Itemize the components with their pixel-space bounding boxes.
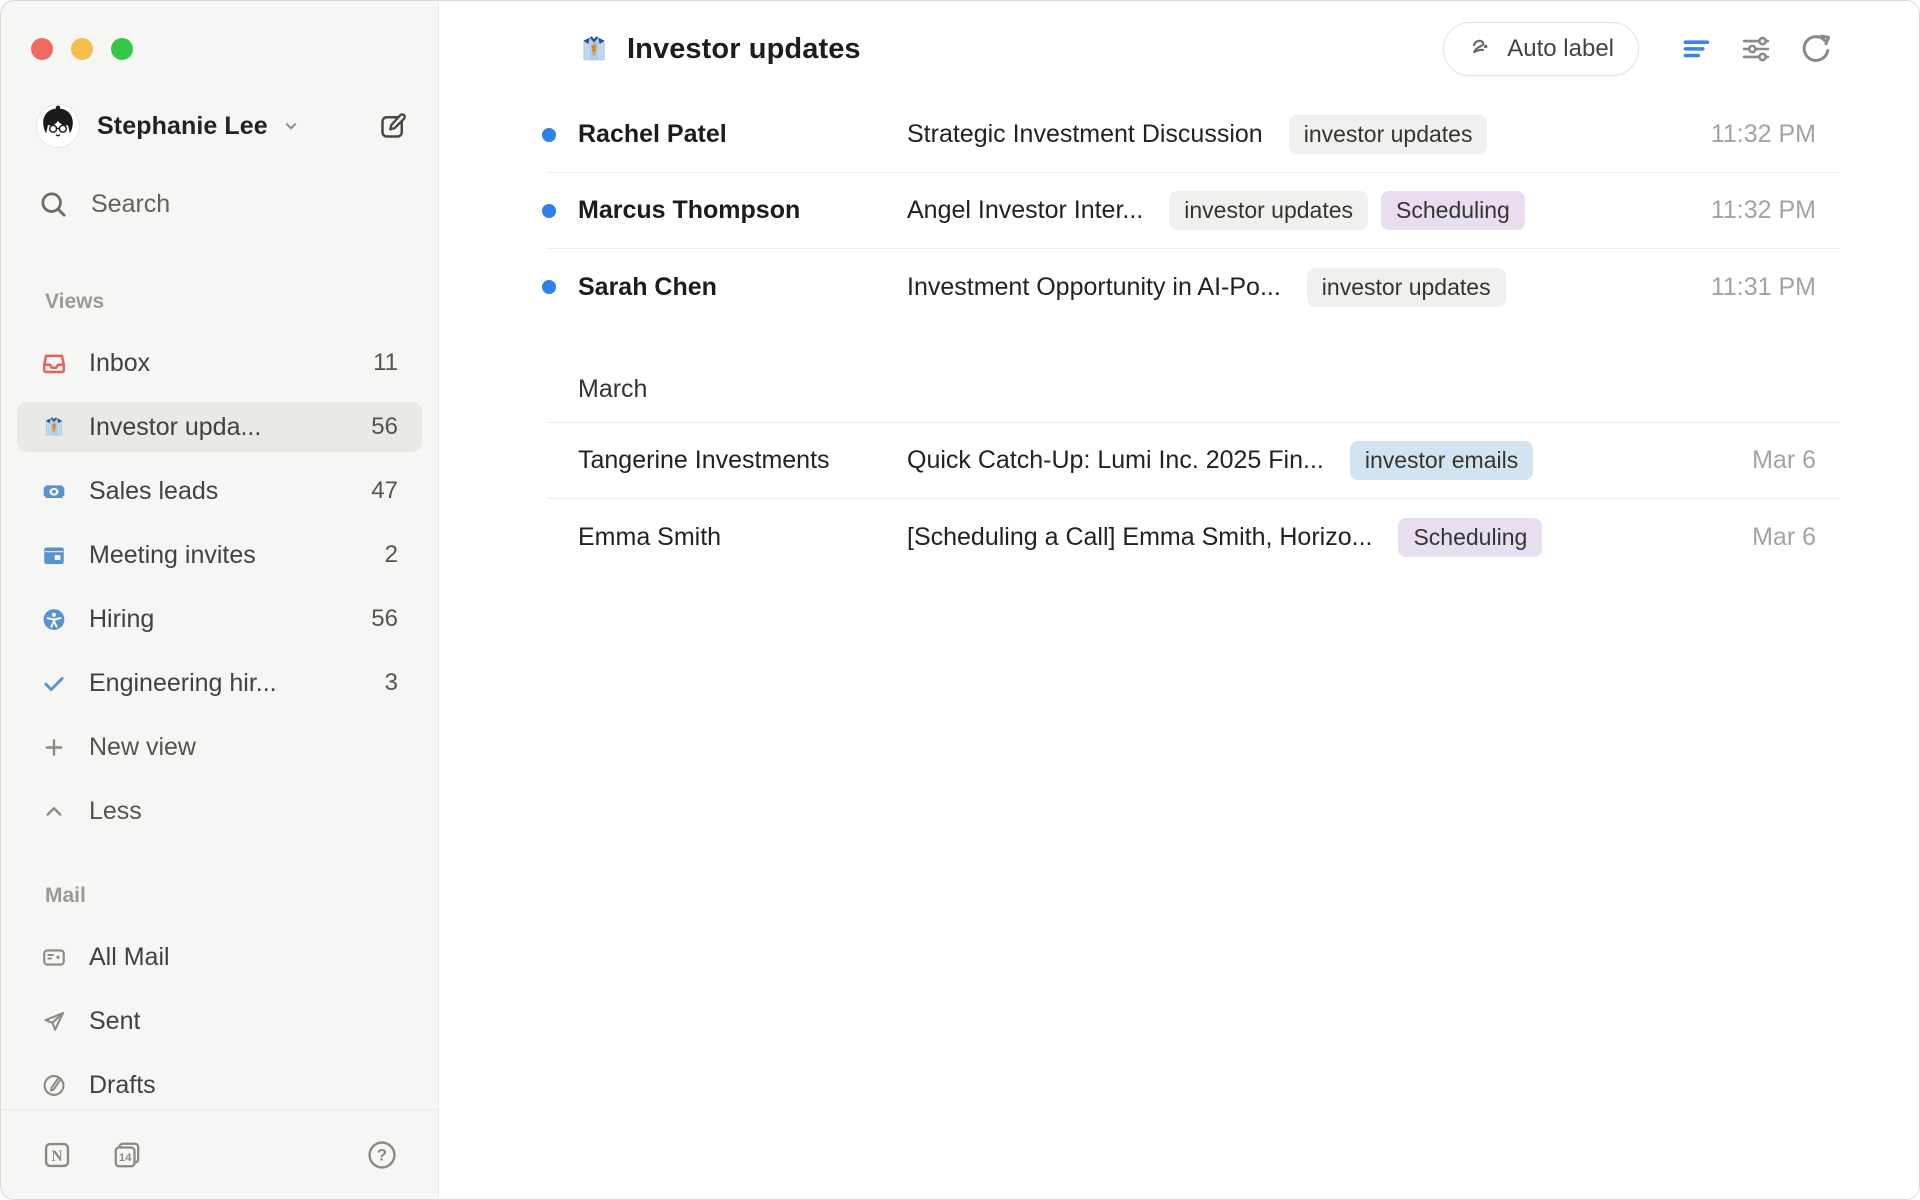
sidebar-item-hiring[interactable]: Hiring 56 [17,594,422,644]
mail-card-icon [41,944,67,970]
window-controls [1,1,438,60]
email-subject: [Scheduling a Call] Emma Smith, Horizo..… [907,523,1372,552]
label-tag[interactable]: investor updates [1289,115,1488,154]
email-sender: Marcus Thompson [578,196,907,225]
email-row[interactable]: Rachel Patel Strategic Investment Discus… [547,97,1841,173]
checkmark-icon [41,670,67,696]
sidebar-item-drafts[interactable]: Drafts [17,1060,422,1110]
notion-logo-icon[interactable]: N [41,1139,73,1171]
label-tag[interactable]: Scheduling [1381,191,1525,230]
unread-dot [542,280,556,294]
sidebar-item-investor-updates[interactable]: Investor upda... 56 [17,402,422,452]
close-window-button[interactable] [31,38,53,60]
page-title: Investor updates [627,33,861,66]
calendar-icon [41,542,67,568]
email-row[interactable]: Emma Smith [Scheduling a Call] Emma Smit… [547,499,1841,575]
banknote-icon [41,478,67,504]
search-input[interactable]: Search [37,182,408,226]
svg-text:14: 14 [119,1152,132,1164]
search-placeholder: Search [91,190,170,219]
sidebar: Stephanie Lee Search Views [1,1,439,1199]
email-row[interactable]: Sarah Chen Investment Opportunity in AI-… [547,249,1841,325]
views-nav: Inbox 11 Investor upda... 56 [1,338,438,836]
email-list: Rachel Patel Strategic Investment Discus… [439,97,1919,1199]
plus-icon [41,734,67,760]
label-tag[interactable]: investor updates [1307,268,1506,307]
zoom-window-button[interactable] [111,38,133,60]
label-tag[interactable]: investor updates [1169,191,1368,230]
minimize-window-button[interactable] [71,38,93,60]
sidebar-item-meeting-invites[interactable]: Meeting invites 2 [17,530,422,580]
shirt-tie-emoji-icon [577,32,611,66]
sliders-icon[interactable] [1739,32,1773,66]
mail-nav: All Mail Sent Drafts [1,932,438,1110]
unread-count: 2 [385,541,398,569]
unread-count: 47 [371,477,398,505]
email-row[interactable]: Marcus Thompson Angel Investor Inter... … [547,173,1841,249]
email-sender: Tangerine Investments [578,446,907,475]
date-group-heading: March [547,325,1841,423]
unread-dot [542,204,556,218]
sidebar-item-engineering-hiring[interactable]: Engineering hir... 3 [17,658,422,708]
email-time: Mar 6 [1732,446,1816,475]
refresh-icon[interactable] [1799,32,1833,66]
new-view-button[interactable]: New view [17,722,422,772]
notion-calendar-icon[interactable]: 14 [111,1139,143,1171]
email-sender: Sarah Chen [578,273,907,302]
svg-text:?: ? [377,1145,387,1164]
email-time: 11:31 PM [1691,273,1816,302]
chevron-down-icon [280,115,302,137]
header-controls: Auto label [1443,22,1833,76]
email-subject: Angel Investor Inter... [907,196,1143,225]
paper-plane-icon [41,1008,67,1034]
email-subject: Investment Opportunity in AI-Po... [907,273,1281,302]
email-sender: Emma Smith [578,523,907,552]
app-window: Stephanie Lee Search Views [0,0,1920,1200]
auto-label-button[interactable]: Auto label [1443,22,1639,76]
sidebar-item-all-mail[interactable]: All Mail [17,932,422,982]
email-sender: Rachel Patel [578,120,907,149]
view-header: Investor updates Auto label [439,1,1919,97]
label-tag[interactable]: investor emails [1350,441,1533,480]
filter-lines-icon[interactable] [1679,32,1713,66]
email-row[interactable]: Tangerine Investments Quick Catch-Up: Lu… [547,423,1841,499]
less-button[interactable]: Less [17,786,422,836]
unread-count: 56 [371,605,398,633]
chevron-up-icon [41,798,67,824]
unread-count: 3 [385,669,398,697]
email-subject: Quick Catch-Up: Lumi Inc. 2025 Fin... [907,446,1324,475]
search-icon [37,188,69,220]
help-icon[interactable]: ? [366,1139,398,1171]
main-panel: Investor updates Auto label [439,1,1919,1199]
views-section-label: Views [1,290,438,314]
unread-dot [542,128,556,142]
compose-icon[interactable] [378,111,408,141]
unread-count: 11 [373,349,398,377]
avatar [37,105,79,147]
sidebar-item-sent[interactable]: Sent [17,996,422,1046]
mail-section-label: Mail [1,884,438,908]
email-time: 11:32 PM [1691,196,1816,225]
shirt-tie-emoji-icon [41,414,67,440]
draft-pencil-circle-icon [41,1072,67,1098]
label-tag[interactable]: Scheduling [1398,518,1542,557]
inbox-tray-icon [41,350,67,376]
email-subject: Strategic Investment Discussion [907,120,1263,149]
email-time: 11:32 PM [1691,120,1816,149]
email-time: Mar 6 [1732,523,1816,552]
accessibility-icon [41,606,67,632]
sidebar-footer: N 14 ? [1,1109,438,1199]
svg-text:N: N [51,1147,62,1164]
sidebar-item-inbox[interactable]: Inbox 11 [17,338,422,388]
auto-label-wand-icon [1468,36,1495,63]
account-switcher[interactable]: Stephanie Lee [37,104,408,148]
unread-count: 56 [371,413,398,441]
sidebar-item-sales-leads[interactable]: Sales leads 47 [17,466,422,516]
user-name: Stephanie Lee [97,112,268,141]
